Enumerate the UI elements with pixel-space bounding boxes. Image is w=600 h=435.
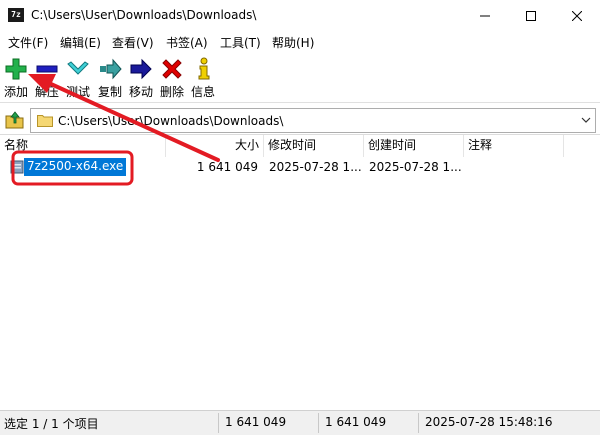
close-icon [572,11,582,21]
maximize-icon [526,11,536,21]
toolbar: 添加 解压 测试 复制 移动 删除 信息 [0,52,600,103]
minimize-button[interactable] [462,0,508,32]
info-icon [198,57,210,80]
app-logo-icon: 7z [8,8,24,22]
delete-button[interactable]: 删除 [156,55,188,101]
exe-file-icon [10,160,24,174]
plus-icon [5,58,27,80]
status-packed-size: 1 641 049 [325,415,387,429]
move-label: 移动 [128,85,153,99]
status-separator [218,413,219,433]
address-path: C:\Users\User\Downloads\Downloads\ [58,114,284,128]
menu-view[interactable]: 查看(V) [112,34,154,51]
column-header-created[interactable]: 创建时间 [364,135,464,157]
address-input[interactable]: C:\Users\User\Downloads\Downloads\ [30,108,596,133]
menu-help[interactable]: 帮助(H) [272,34,314,51]
checkmark-icon [67,61,89,75]
status-separator [418,413,419,433]
up-folder-button[interactable] [4,108,26,130]
column-header-size[interactable]: 大小 [166,135,264,157]
status-size: 1 641 049 [225,415,287,429]
column-header-modified[interactable]: 修改时间 [264,135,364,157]
file-created: 2025-07-28 1... [369,160,462,174]
move-arrow-icon [130,58,152,80]
add-button[interactable]: 添加 [0,55,32,101]
folder-icon [37,115,53,127]
minimize-icon [480,15,490,17]
copy-label: 复制 [97,85,122,99]
delete-label: 删除 [159,85,184,99]
title-bar: 7z C:\Users\User\Downloads\Downloads\ [0,0,600,32]
info-button[interactable]: 信息 [187,55,219,101]
extract-button[interactable]: 解压 [31,55,63,101]
table-row[interactable]: 7z2500-x64.exe 1 641 049 2025-07-28 1...… [0,157,600,177]
menu-edit[interactable]: 编辑(E) [60,34,101,51]
chevron-down-icon[interactable] [580,114,592,126]
file-name: 7z2500-x64.exe [24,158,127,176]
file-size: 1 641 049 [196,160,258,174]
close-button[interactable] [554,0,600,32]
test-label: 测试 [65,85,90,99]
test-button[interactable]: 测试 [62,55,94,101]
window-title: C:\Users\User\Downloads\Downloads\ [31,8,257,22]
status-selection: 选定 1 / 1 个项目 [4,417,99,431]
menu-file[interactable]: 文件(F) [8,34,48,51]
minus-icon [36,65,58,73]
status-datetime: 2025-07-28 15:48:16 [425,415,553,429]
menu-bookmarks[interactable]: 书签(A) [166,34,208,51]
add-label: 添加 [3,85,28,99]
delete-x-icon [162,59,182,79]
maximize-button[interactable] [508,0,554,32]
info-label: 信息 [190,85,215,99]
address-bar: C:\Users\User\Downloads\Downloads\ [0,104,600,134]
column-header-comment[interactable]: 注释 [464,135,564,157]
file-modified: 2025-07-28 1... [269,160,362,174]
menu-tools[interactable]: 工具(T) [220,34,261,51]
copy-button[interactable]: 复制 [94,55,126,101]
file-list: 名称 大小 修改时间 创建时间 注释 7z2500-x64.exe 1 641 … [0,134,600,410]
extract-label: 解压 [34,85,59,99]
menu-bar: 文件(F) 编辑(E) 查看(V) 书签(A) 工具(T) 帮助(H) [0,32,600,52]
copy-arrow-icon [100,58,122,80]
column-header-name[interactable]: 名称 [0,135,166,157]
folder-up-icon [5,111,24,129]
status-bar: 选定 1 / 1 个项目 1 641 049 1 641 049 2025-07… [0,410,600,435]
move-button[interactable]: 移动 [125,55,157,101]
status-separator [318,413,319,433]
